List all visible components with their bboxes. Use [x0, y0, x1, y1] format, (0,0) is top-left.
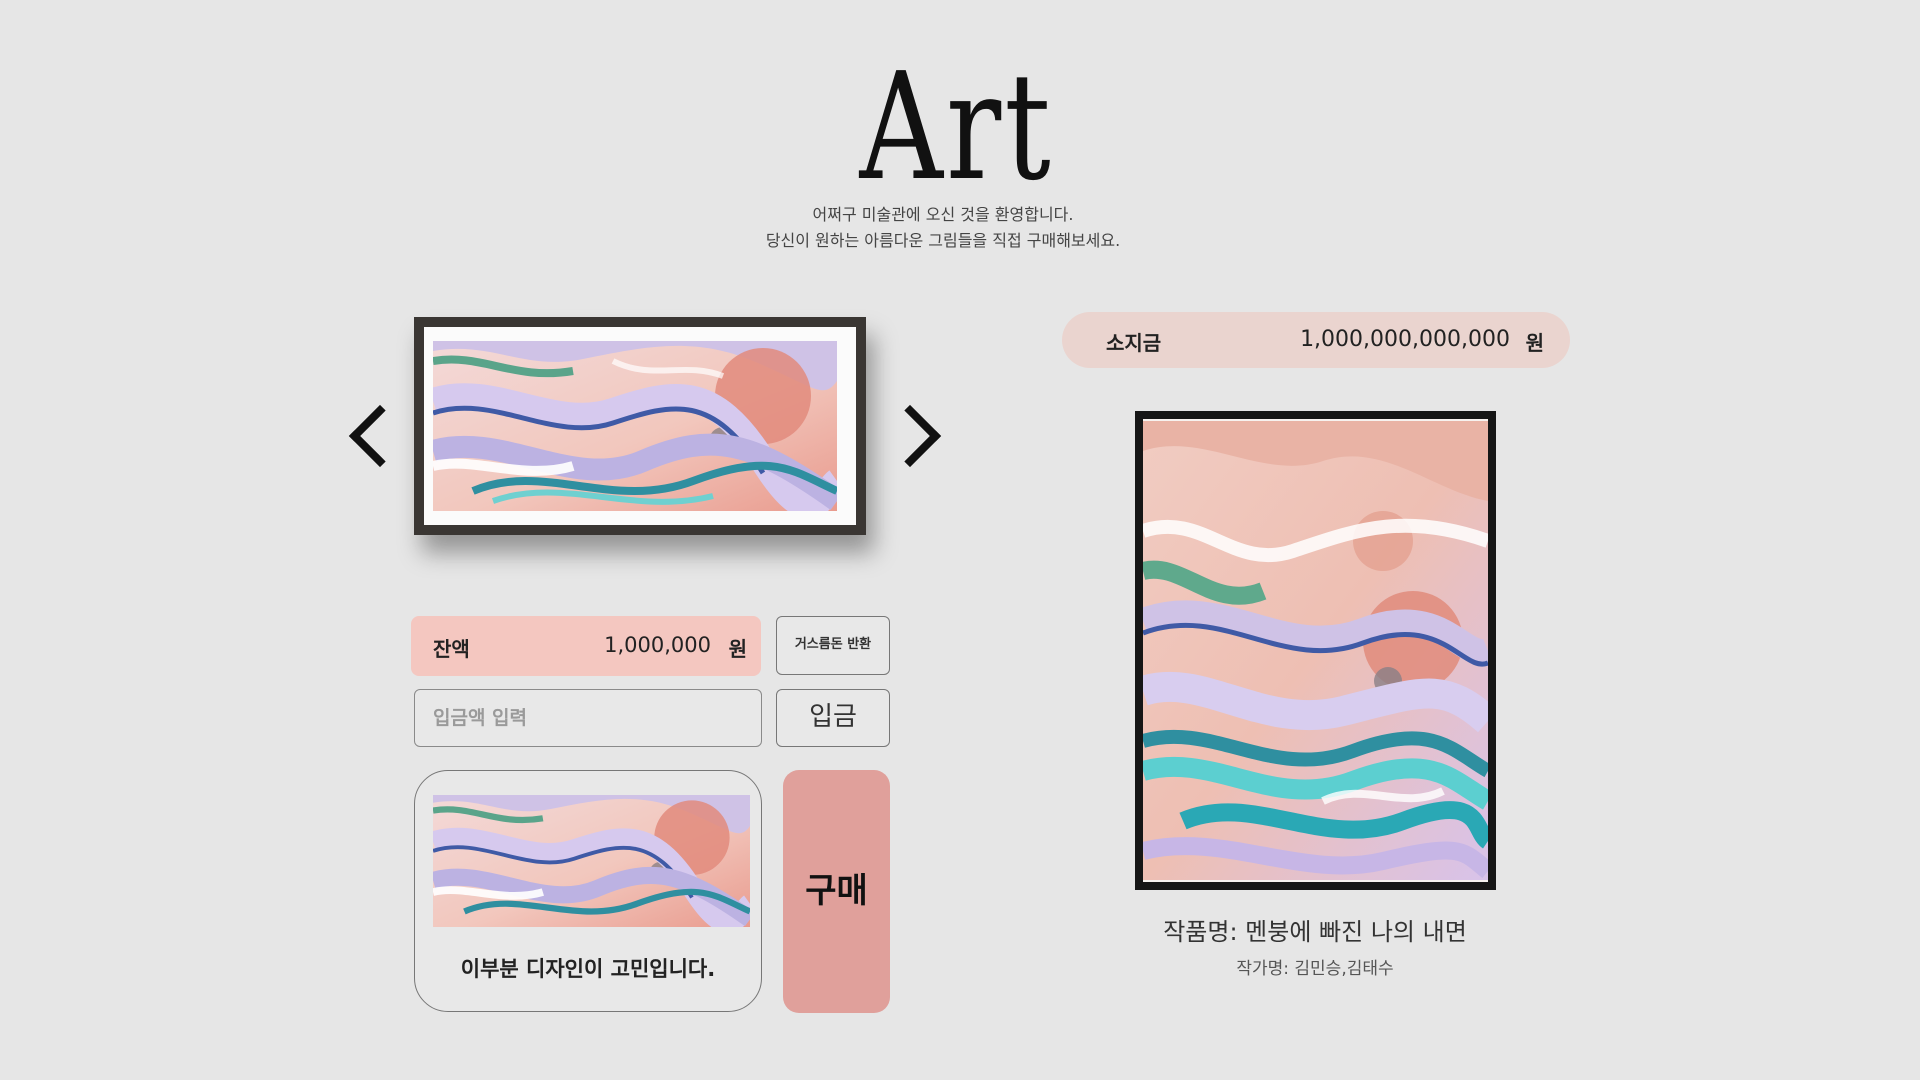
- intro-line-2: 당신이 원하는 아름다운 그림들을 직접 구매해보세요.: [765, 231, 1121, 250]
- selected-artwork-card: 이부분 디자인이 고민입니다.: [414, 770, 762, 1012]
- wallet-label: 소지금: [1106, 331, 1162, 355]
- wallet-value: 1,000,000,000,000: [1300, 327, 1510, 352]
- intro-line-1: 어쩌구 미술관에 오신 것을 환영합니다.: [812, 205, 1074, 224]
- featured-artwork-frame: [1135, 411, 1496, 890]
- balance-unit: 원: [728, 637, 747, 661]
- deposit-amount-input[interactable]: [414, 689, 762, 747]
- selected-artwork-image: [433, 795, 750, 927]
- carousel-artwork-frame[interactable]: [414, 317, 866, 535]
- carousel-artwork-image: [433, 341, 837, 511]
- balance-value: 1,000,000: [604, 633, 711, 657]
- site-logo: Art: [859, 41, 1054, 213]
- page: Art 어쩌구 미술관에 오신 것을 환영합니다. 당신이 원하는 아름다운 그…: [0, 0, 1920, 1080]
- purchase-button[interactable]: 구매: [783, 770, 890, 1013]
- artwork-artist: 작가명: 김민승,김태수: [1236, 959, 1394, 979]
- wallet-unit: 원: [1525, 331, 1544, 355]
- artwork-title: 작품명: 멘붕에 빠진 나의 내면: [1163, 918, 1467, 946]
- deposit-button[interactable]: 입금: [776, 689, 890, 747]
- wallet-display: 소지금 1,000,000,000,000 원: [1062, 312, 1570, 368]
- intro-text: 어쩌구 미술관에 오신 것을 환영합니다. 당신이 원하는 아름다운 그림들을 …: [0, 202, 1886, 254]
- chevron-right-icon[interactable]: [878, 404, 942, 468]
- featured-artwork-image: [1143, 421, 1488, 880]
- return-change-button[interactable]: 거스름돈 반환: [776, 616, 890, 675]
- balance-label: 잔액: [433, 637, 470, 661]
- selected-artwork-caption: 이부분 디자인이 고민입니다.: [460, 957, 716, 981]
- chevron-left-icon[interactable]: [348, 404, 412, 468]
- balance-display: 잔액 1,000,000 원: [411, 616, 761, 676]
